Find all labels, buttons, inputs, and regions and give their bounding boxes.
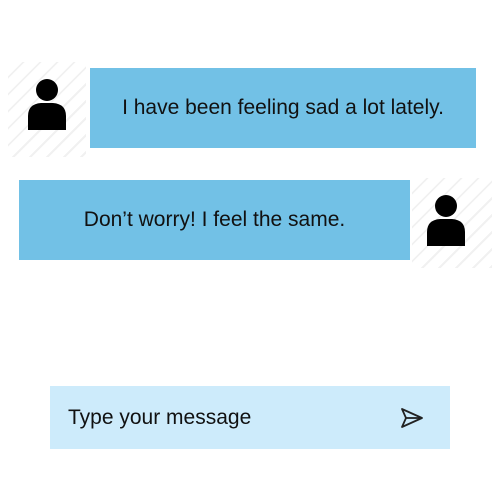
- user-icon: [25, 76, 69, 130]
- message-composer: Type your message: [50, 386, 450, 449]
- send-button[interactable]: [398, 404, 426, 432]
- send-icon: [401, 407, 423, 428]
- chat-window: I have been feeling sad a lot lately. Do…: [0, 0, 500, 500]
- message-bubble-outgoing: Don’t worry! I feel the same.: [19, 180, 410, 260]
- message-text: I have been feeling sad a lot lately.: [122, 96, 444, 119]
- message-text: Don’t worry! I feel the same.: [83, 208, 346, 231]
- message-bubble-incoming: I have been feeling sad a lot lately.: [90, 68, 476, 148]
- user-icon: [424, 192, 468, 246]
- message-input[interactable]: Type your message: [68, 406, 398, 430]
